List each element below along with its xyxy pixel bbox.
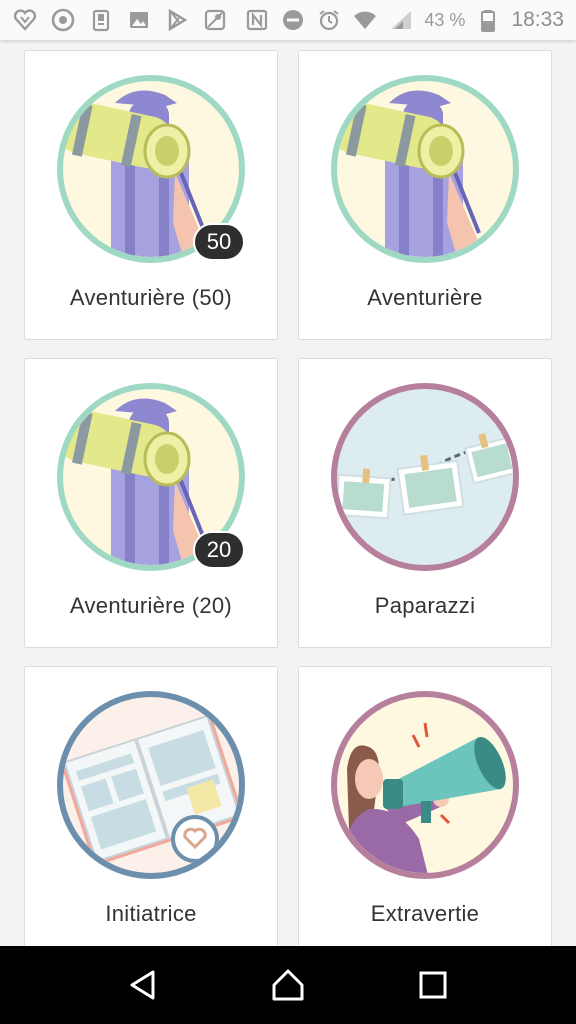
nfc-icon <box>244 7 270 33</box>
badge-label: Paparazzi <box>374 593 476 618</box>
badge-card-initiatrice[interactable]: Initiatrice <box>24 666 278 946</box>
badge-card-paparazzi[interactable]: Paparazzi <box>298 358 552 648</box>
badge-card-aventuriere-50[interactable]: 50 Aventurière (50) <box>24 50 278 340</box>
back-icon <box>130 970 155 1000</box>
notification-icons <box>12 7 228 33</box>
badge-card-aventuriere-20[interactable]: 20 Aventurière (20) <box>24 358 278 648</box>
back-button[interactable] <box>113 955 173 1015</box>
badge-count: 20 <box>193 531 245 569</box>
badge-grid: 50 Aventurière (50) Aventurière 20 Avent… <box>24 50 552 946</box>
photos-badge-icon <box>329 381 521 573</box>
badge-label: Aventurière <box>367 285 483 310</box>
navigation-bar <box>0 946 576 1024</box>
maps-icon <box>202 7 228 33</box>
hiker-badge-icon: 50 <box>55 73 247 265</box>
chrome-icon <box>50 7 76 33</box>
badge-label: Aventurière (50) <box>69 285 233 310</box>
play-store-icon <box>164 7 190 33</box>
wifi-icon <box>352 7 378 33</box>
home-button[interactable] <box>258 955 318 1015</box>
home-icon <box>272 969 304 1001</box>
badge-label: Initiatrice <box>105 901 197 926</box>
system-icons: 43 % 18:33 <box>244 7 564 33</box>
planner-badge-icon <box>55 689 247 881</box>
clipboard-icon <box>88 7 114 33</box>
dnd-icon <box>280 7 306 33</box>
alarm-icon <box>316 7 342 33</box>
clock: 18:33 <box>511 8 564 31</box>
megaphone-badge-icon <box>329 689 521 881</box>
recents-icon <box>419 971 447 999</box>
badge-card-aventuriere[interactable]: Aventurière <box>298 50 552 340</box>
image-icon <box>126 7 152 33</box>
heart-icon <box>12 7 38 33</box>
recents-button[interactable] <box>403 955 463 1015</box>
battery-icon <box>475 7 501 33</box>
badge-card-extravertie[interactable]: Extravertie <box>298 666 552 946</box>
hiker-badge-icon <box>329 73 521 265</box>
hiker-badge-icon: 20 <box>55 381 247 573</box>
battery-percentage: 43 % <box>424 9 466 30</box>
badge-label: Aventurière (20) <box>69 593 233 618</box>
badge-label: Extravertie <box>370 901 480 926</box>
badges-screen[interactable]: 50 Aventurière (50) Aventurière 20 Avent… <box>0 40 576 946</box>
signal-icon <box>388 7 414 33</box>
status-bar: 43 % 18:33 <box>0 0 576 40</box>
badge-count: 50 <box>193 223 245 261</box>
